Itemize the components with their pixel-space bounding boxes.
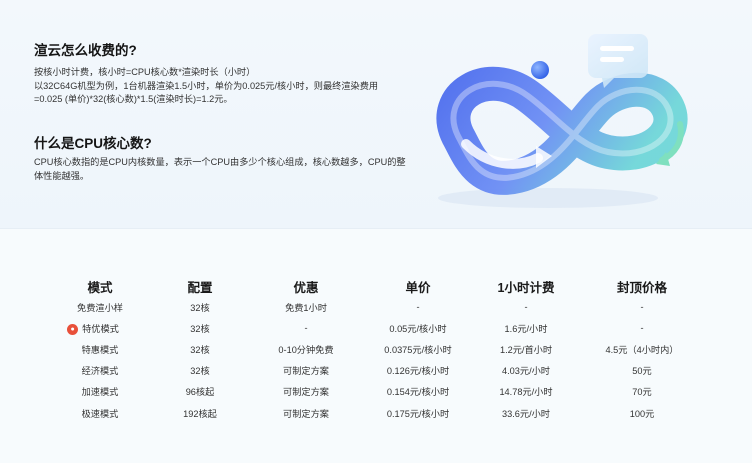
column-header-config: 配置 [187,280,213,295]
hourly-cell: - [524,301,528,312]
faq-answer-line: 体性能越强。 [34,170,90,181]
cap-cell: 70元 [632,387,652,398]
hourly-cell: 1.6元/小时 [504,323,548,334]
unit-price-cell: 0.05元/核小时 [389,323,447,334]
config-cell: 96核起 [185,387,215,398]
discount-cell: 可制定方案 [283,387,329,398]
mode-label: 特优模式 [82,323,119,334]
table-row: 极速模式 192核起 可制定方案 0.175元/核小时 33.6元/小时 100… [50,402,706,423]
column-header-unit-price: 单价 [405,280,431,295]
faq-answer-cpu-cores: CPU核心数指的是CPU内核数量，表示一个CPU由多少个核心组成，核心数越多，C… [34,156,406,183]
column-header-discount: 优惠 [293,280,319,295]
table-row: ● 特优模式 32核 - 0.05元/核小时 1.6元/小时 - [50,317,706,338]
table-row: 经济模式 32核 可制定方案 0.126元/核小时 4.03元/小时 50元 [50,360,706,381]
hourly-cell: 1.2元/首小时 [499,344,553,355]
faq-title-cpu-cores: 什么是CPU核心数? [34,136,152,151]
config-cell: 32核 [190,366,210,377]
discount-cell: 可制定方案 [283,366,329,377]
cap-cell: - [640,301,644,312]
hourly-cell: 14.78元/小时 [499,387,553,398]
faq-answer-line: CPU核心数指的是CPU内核数量，表示一个CPU由多少个核心组成，核心数越多，C… [34,157,406,167]
cap-cell: - [640,322,644,333]
discount-cell: - [304,322,308,333]
faq-answer-billing: 按核小时计费，核小时=CPU核心数*渲染时长（小时） 以32C64G机型为例，1… [34,66,384,107]
hourly-cell: 4.03元/小时 [502,366,550,377]
table-row: 特惠模式 32核 0-10分钟免费 0.0375元/核小时 1.2元/首小时 4… [50,338,706,359]
faq-answer-line: =0.025 (单价)*32(核心数)*1.5(渲染时长)=1.2元。 [34,94,233,104]
hot-fire-icon: ● [67,323,79,335]
cap-cell: 50元 [632,366,652,377]
unit-price-cell: 0.154元/核小时 [386,387,450,398]
faq-answer-line: 按核小时计费，核小时=CPU核心数*渲染时长（小时） [34,67,256,77]
table-row: 免费渲小样 32核 免费1小时 - - - [50,296,706,317]
table-header-row: 模式 配置 优惠 单价 1小时计费 封顶价格 [50,276,706,296]
unit-price-cell: 0.0375元/核小时 [384,344,452,355]
config-cell: 192核起 [183,408,217,419]
discount-cell: 免费1小时 [285,302,327,313]
cap-cell: 100元 [629,408,655,419]
discount-cell: 可制定方案 [283,408,329,419]
unit-price-cell: - [416,301,420,312]
hourly-cell: 33.6元/小时 [502,408,550,419]
unit-price-cell: 0.126元/核小时 [386,366,450,377]
mode-cell: 特惠模式 [81,344,119,355]
mode-cell: 极速模式 [81,408,119,419]
column-header-hourly: 1小时计费 [497,280,555,295]
mode-cell: 加速模式 [81,387,119,398]
column-header-mode: 模式 [87,280,113,295]
mode-cell: 经济模式 [81,366,119,377]
config-cell: 32核 [190,302,210,313]
config-cell: 32核 [190,323,210,334]
config-cell: 32核 [190,344,210,355]
section-divider [0,228,752,229]
faq-answer-line: 以32C64G机型为例，1台机器渲染1.5小时，单价为0.025元/核小时，则最… [34,80,379,91]
infinity-loop-illustration [436,34,688,208]
discount-cell: 0-10分钟免费 [278,344,334,355]
cap-cell: 4.5元（4小时内） [605,344,679,355]
faq-title-billing: 渲云怎么收费的? [34,43,137,58]
table-row: 加速模式 96核起 可制定方案 0.154元/核小时 14.78元/小时 70元 [50,381,706,402]
unit-price-cell: 0.175元/核小时 [386,408,450,419]
mode-cell: ● 特优模式 [50,317,150,338]
pricing-table: 模式 配置 优惠 单价 1小时计费 封顶价格 免费渲小样 32核 免费1小时 -… [50,276,706,423]
mode-cell: 免费渲小样 [77,302,123,313]
column-header-cap: 封顶价格 [616,280,667,295]
